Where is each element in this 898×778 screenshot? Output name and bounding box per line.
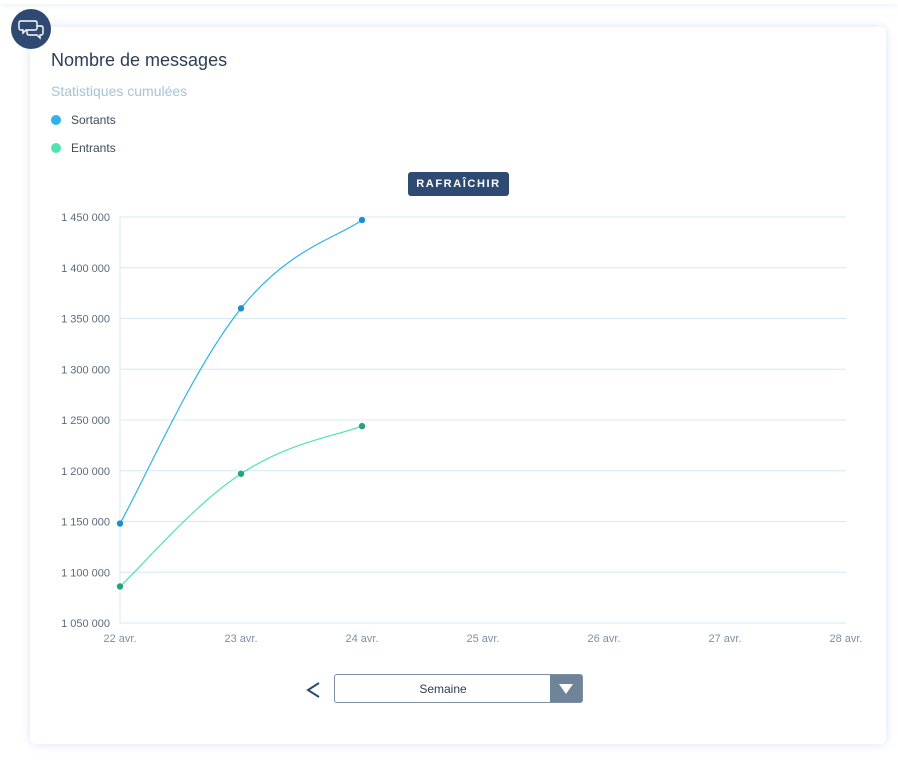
chat-bubbles-icon [11,9,51,49]
line-chart: 1 050 000 1 100 000 1 150 000 1 200 000 1 25… [61,212,862,645]
data-point-entrants [237,470,245,477]
y-tick-label: 1 450 000 [61,212,110,224]
x-tick-label: 27 avr. [708,633,741,645]
x-tick-label: 22 avr. [103,633,136,645]
y-tick-label: 1 350 000 [61,314,110,326]
y-tick-label: 1 200 000 [61,466,110,478]
y-tick-label: 1 100 000 [61,567,110,579]
series-line-entrants [119,425,363,587]
x-tick-label: 28 avr. [829,633,862,645]
y-tick-label: 1 050 000 [61,618,110,630]
chevron-left-icon[interactable] [300,674,326,706]
x-tick-label: 26 avr. [587,633,620,645]
x-tick-label: 24 avr. [345,633,378,645]
data-point-sortants [358,216,366,224]
period-select-value: Semaine [419,681,467,696]
data-point-sortants [237,305,245,312]
series-line-sortants [119,219,363,524]
x-tick-label: 25 avr. [466,633,499,645]
y-tick-label: 1 250 000 [61,415,110,427]
period-select[interactable]: Semaine [334,674,583,703]
y-tick-label: 1 300 000 [61,364,110,376]
y-tick-label: 1 150 000 [61,517,110,529]
data-point-entrants [116,583,124,590]
x-tick-label: 23 avr. [224,633,257,645]
data-point-sortants [116,520,124,527]
triangle-down-icon[interactable] [550,675,582,702]
y-tick-label: 1 400 000 [61,263,110,275]
data-point-entrants [358,422,366,430]
